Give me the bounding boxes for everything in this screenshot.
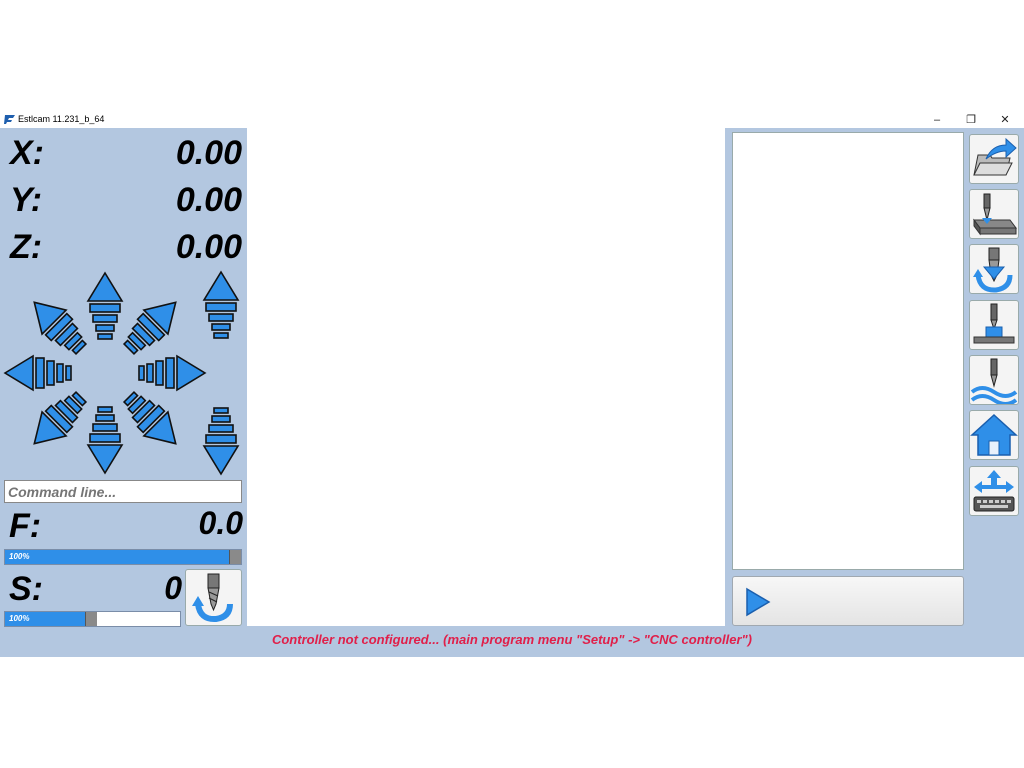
jog-z-minus-arrow-icon[interactable] (203, 407, 239, 475)
axis-row-x: X: 0.00 (8, 132, 244, 174)
height-map-button[interactable] (969, 355, 1019, 406)
home-button[interactable] (969, 410, 1019, 460)
graphics-view[interactable] (247, 128, 725, 626)
feed-override-handle[interactable] (229, 550, 241, 564)
restore-button[interactable]: ❐ (954, 111, 988, 128)
title-bar: Estlcam 11.231_b_64 – ❐ ✕ (0, 111, 1024, 128)
jog-y-plus-arrow-icon[interactable] (87, 272, 123, 340)
axis-value: 0.00 (175, 228, 242, 266)
spindle-override-text: 100% (9, 614, 30, 623)
status-message: Controller not configured... (main progr… (271, 632, 753, 647)
jog-xy-minus-arrow-icon[interactable] (21, 384, 94, 457)
program-list[interactable] (732, 132, 964, 570)
feed-override-text: 100% (9, 552, 30, 561)
tool-change-button[interactable] (969, 244, 1019, 294)
feed-value: 0.0 (198, 505, 243, 541)
tool-change-icon (973, 247, 1013, 293)
spindle-toggle-button[interactable] (185, 569, 242, 626)
command-line-input[interactable] (4, 480, 242, 503)
tool-length-probe-button[interactable] (969, 189, 1019, 239)
feed-override-slider[interactable]: 100% (4, 549, 242, 565)
axis-value: 0.00 (175, 181, 242, 219)
jog-x-plus-y-minus-arrow-icon[interactable] (116, 384, 189, 457)
axis-row-z: Z: 0.00 (8, 226, 244, 268)
app-logo-icon (4, 115, 15, 124)
axis-label: Z: (10, 228, 43, 266)
spindle-override-handle[interactable] (85, 612, 97, 626)
spindle-override-slider[interactable]: 100% (4, 611, 181, 627)
open-file-icon (973, 137, 1017, 176)
spindle-label: S: (9, 570, 43, 608)
jog-pad (4, 271, 239, 475)
jog-x-plus-arrow-icon[interactable] (138, 355, 206, 391)
window-title: Estlcam 11.231_b_64 (18, 114, 105, 124)
jog-x-minus-y-plus-arrow-icon[interactable] (21, 289, 94, 362)
zero-workpiece-button[interactable] (969, 300, 1019, 350)
open-file-button[interactable] (969, 134, 1019, 184)
home-icon (970, 413, 1018, 456)
feed-override-fill (5, 550, 229, 564)
jog-z-plus-arrow-icon[interactable] (203, 271, 239, 339)
keyboard-jog-button[interactable] (969, 466, 1019, 516)
play-icon (746, 587, 771, 617)
axis-label: Y: (10, 181, 43, 219)
axis-row-y: Y: 0.00 (8, 179, 244, 221)
axis-label: X: (10, 134, 44, 172)
zero-workpiece-icon (973, 303, 1015, 344)
jog-x-minus-arrow-icon[interactable] (4, 355, 72, 391)
tool-length-probe-icon (973, 193, 1017, 236)
start-button[interactable] (732, 576, 964, 626)
height-map-icon (970, 358, 1018, 406)
minimize-button[interactable]: – (920, 111, 954, 128)
axis-value: 0.00 (175, 134, 242, 172)
close-button[interactable]: ✕ (988, 111, 1022, 128)
spindle-value: 0 (164, 570, 182, 606)
jog-xy-plus-arrow-icon[interactable] (116, 289, 189, 362)
keyboard-jog-icon (973, 470, 1015, 512)
jog-y-minus-arrow-icon[interactable] (87, 406, 123, 474)
spindle-rotate-icon (192, 573, 233, 623)
feed-label: F: (9, 507, 42, 545)
